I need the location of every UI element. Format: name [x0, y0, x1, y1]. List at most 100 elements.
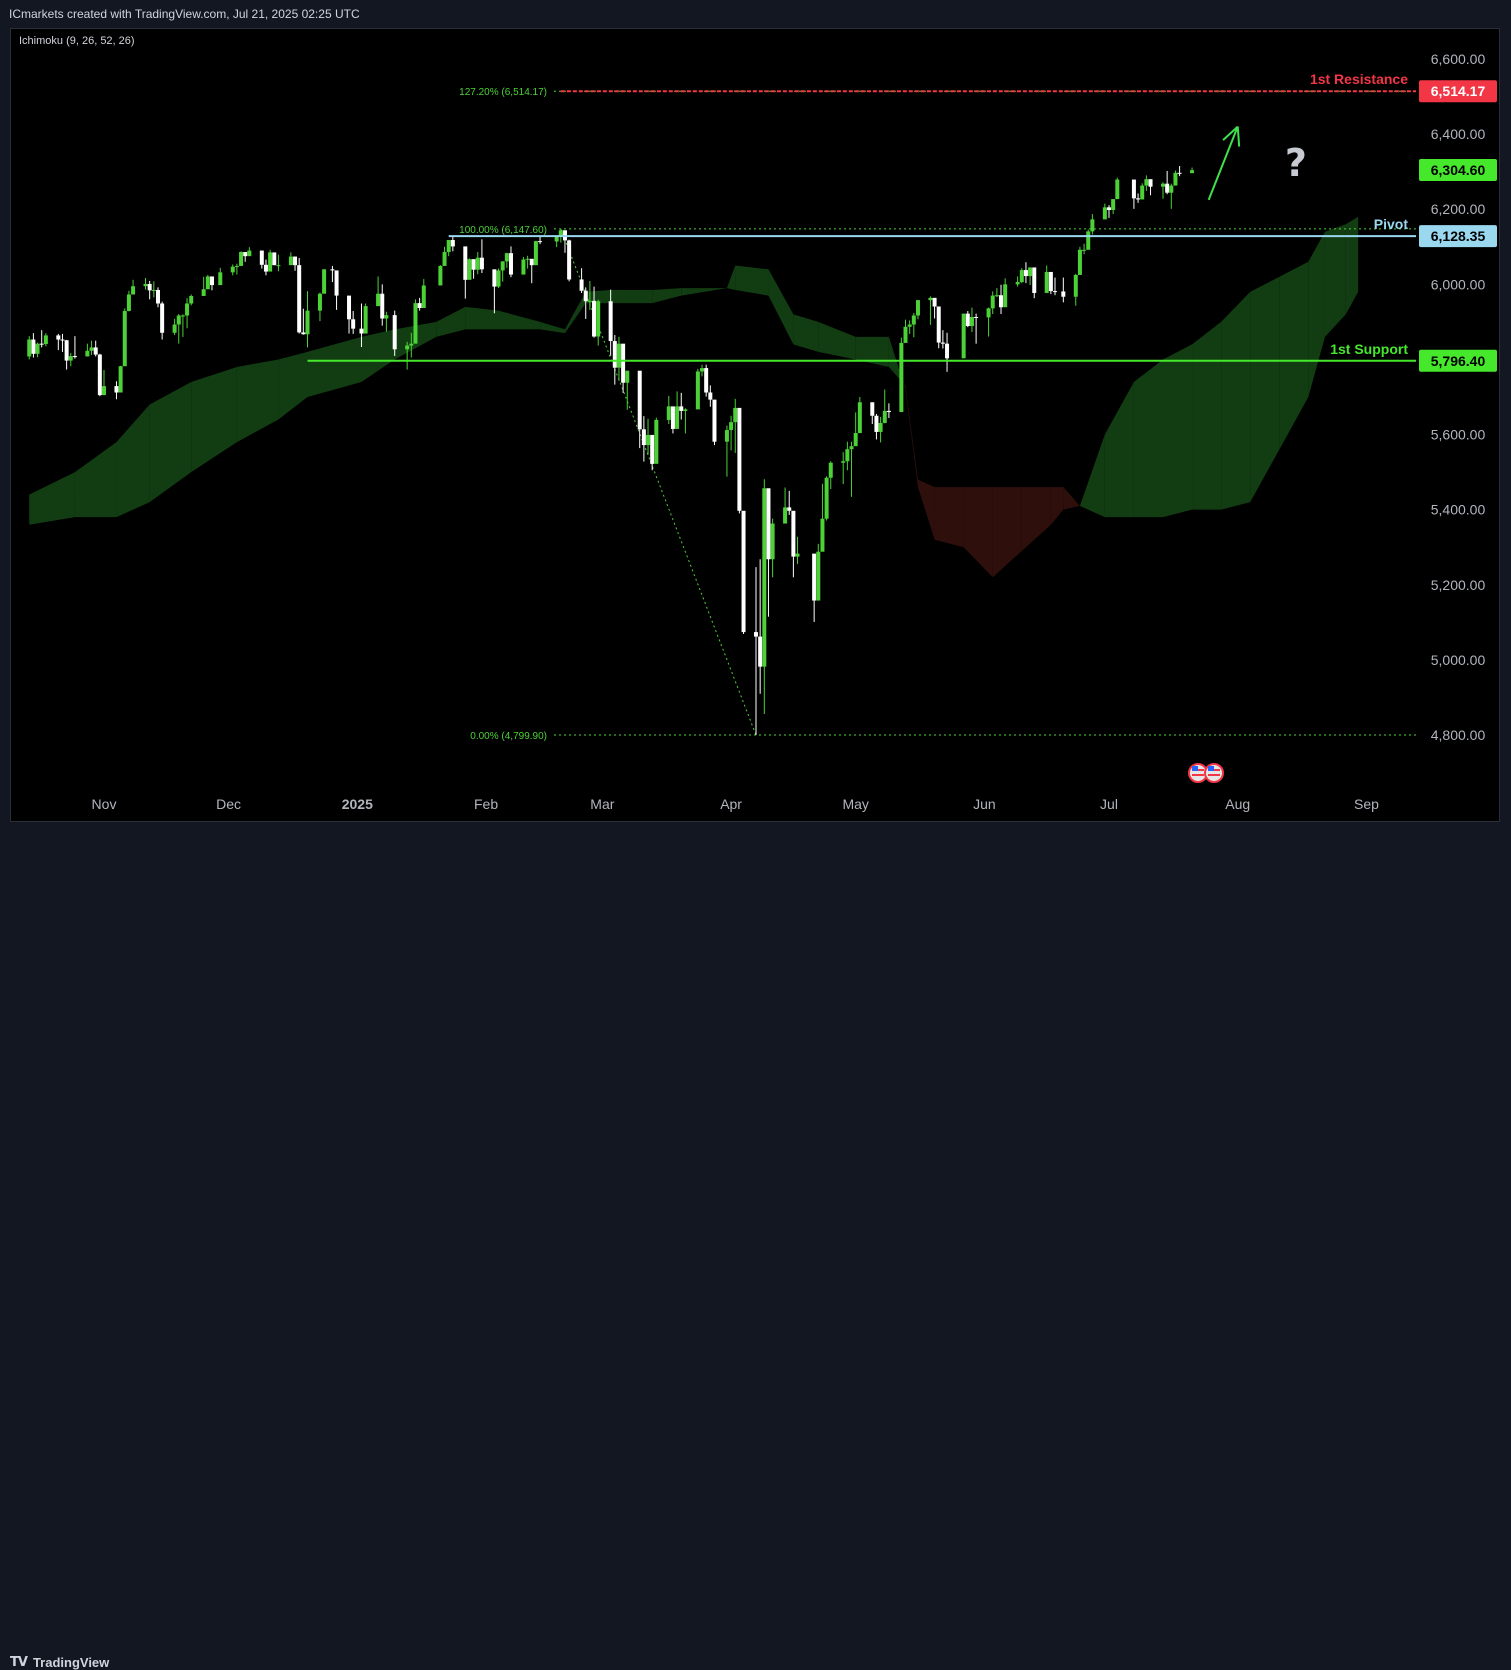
candle-body — [641, 429, 646, 446]
y-axis-tick-label: 6,200.00 — [1431, 201, 1486, 217]
candle-body — [151, 289, 156, 291]
candle-body — [936, 306, 941, 343]
candlestick-chart[interactable]: ? 127.20% (6,514.17) 100.00% (6,147.60) 0.0… — [0, 0, 1511, 858]
candle-body — [787, 507, 792, 511]
ichimoku-cloud-segment — [934, 487, 964, 548]
tradingview-logo[interactable]: TV TradingView — [10, 1655, 109, 1670]
candle-body — [446, 240, 451, 253]
candle-body — [612, 341, 617, 368]
candle-body — [974, 317, 979, 319]
candle-body — [359, 328, 364, 334]
x-axis-tick-label: Aug — [1225, 796, 1250, 812]
candle-body — [704, 368, 709, 393]
candle-body — [928, 297, 933, 301]
candle-body — [700, 368, 705, 372]
candle-body — [1115, 179, 1120, 200]
candle-body — [567, 240, 572, 280]
ichimoku-cloud-segment — [1104, 381, 1134, 518]
candle-body — [583, 290, 588, 302]
candle-body — [754, 632, 759, 637]
candle-body — [417, 303, 422, 308]
candle-body — [849, 446, 854, 450]
x-axis-tick-label: Sep — [1354, 796, 1379, 812]
candle-body — [363, 306, 368, 334]
candle-body — [579, 279, 584, 291]
candle-body — [334, 270, 339, 296]
ichimoku-cloud-segment — [1345, 216, 1359, 315]
candle-body — [1048, 271, 1053, 292]
candle-body — [347, 295, 352, 320]
candle-body — [525, 258, 530, 260]
candle-body — [994, 295, 999, 297]
candle-body — [380, 293, 385, 319]
candle-body — [172, 324, 177, 333]
candle-body — [263, 264, 268, 272]
candle-body — [293, 256, 298, 266]
candle-body — [841, 461, 846, 463]
y-axis-tick-label: 5,200.00 — [1431, 577, 1486, 593]
candle-body — [1053, 291, 1058, 293]
candle-body — [558, 230, 563, 236]
candle-body — [1140, 185, 1145, 200]
event-flag-icon-canton — [1192, 766, 1198, 771]
ichimoku-cloud-segment — [652, 288, 682, 304]
ichimoku-cloud-segment — [1133, 359, 1163, 518]
candle-body — [870, 402, 875, 416]
candle-body — [126, 294, 131, 311]
candle-body — [176, 315, 181, 325]
candle-body — [201, 289, 206, 296]
arrow-annotation — [1207, 126, 1239, 201]
pivot-price-tag: 6,128.35 — [1431, 228, 1486, 244]
candle-body — [268, 252, 273, 272]
ichimoku-cloud-segment — [1324, 224, 1346, 337]
y-axis-tick-label: 6,600.00 — [1431, 51, 1486, 67]
candle-body — [239, 252, 244, 266]
ichimoku-cloud-segment — [540, 321, 565, 334]
candle-body — [504, 253, 509, 262]
candle-body — [205, 276, 210, 290]
candle-body — [646, 434, 651, 446]
candle-body — [35, 343, 40, 354]
indicator-legend[interactable]: Ichimoku (9, 26, 52, 26) — [19, 35, 135, 47]
candle-body — [932, 297, 937, 307]
candle-body — [945, 343, 950, 359]
ichimoku-cloud-segment — [992, 487, 1022, 578]
candle-body — [758, 636, 763, 667]
candle-body — [1028, 267, 1033, 277]
event-flag-icon-stripe — [1208, 774, 1220, 776]
candle-body — [915, 300, 920, 316]
candle-body — [492, 269, 497, 287]
candle-body — [741, 510, 746, 633]
candle-body — [795, 553, 800, 557]
y-axis-tick-label: 5,600.00 — [1431, 427, 1486, 443]
ichimoku-cloud-segment — [903, 383, 906, 390]
candle-body — [234, 265, 239, 267]
candle-body — [533, 241, 538, 266]
candle-body — [467, 259, 472, 280]
bottom-bar: TV TradingView — [0, 823, 1511, 1670]
candle-body — [1023, 270, 1028, 277]
candle-body — [1015, 282, 1020, 285]
candle-body — [471, 259, 476, 270]
x-axis-tick-label: Jul — [1100, 796, 1118, 812]
candle-body — [965, 313, 970, 327]
candle-body — [475, 257, 480, 270]
candle-body — [72, 356, 77, 358]
candle-body — [1107, 207, 1111, 210]
ichimoku-cloud-segment — [1308, 231, 1325, 397]
candle-body — [679, 406, 684, 411]
y-axis-tick-label: 5,400.00 — [1431, 502, 1486, 518]
candle-body — [147, 283, 152, 291]
ichimoku-cloud-segment — [1021, 487, 1051, 551]
candle-body — [60, 339, 65, 341]
candle-body — [812, 553, 817, 601]
pivot-label: Pivot — [1374, 216, 1409, 232]
ichimoku-cloud-segment — [116, 404, 150, 518]
candle-body — [521, 259, 526, 275]
candle-body — [1136, 198, 1141, 200]
arrow-head — [1236, 126, 1241, 147]
candle-body — [479, 257, 484, 270]
candle-body — [637, 370, 642, 430]
candle-body — [1160, 183, 1165, 187]
candle-body — [1086, 231, 1091, 250]
